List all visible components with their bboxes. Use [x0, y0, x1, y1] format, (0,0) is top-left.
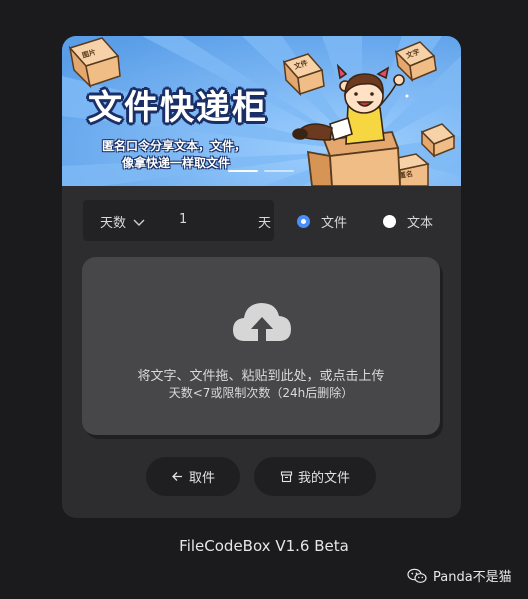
- expire-type-label: 天数: [100, 216, 127, 231]
- radio-text-label: 文本: [407, 216, 434, 231]
- radio-file[interactable]: 文件: [297, 212, 347, 231]
- banner-subtitle-line1: 匿名口令分享文本，文件，: [102, 139, 247, 153]
- banner: 图片 文件 文字 匿名 文件快递柜 匿名口令分享文本，文件， 像拿快递一样取文件: [62, 36, 461, 186]
- fetch-button[interactable]: 取件: [146, 457, 240, 496]
- fetch-button-label: 取件: [188, 471, 215, 486]
- banner-title: 文件快递柜: [88, 88, 268, 128]
- my-files-button-label: 我的文件: [297, 471, 350, 486]
- watermark: Panda不是猫: [407, 566, 512, 585]
- radio-file-circle: [297, 215, 310, 228]
- main-card: 图片 文件 文字 匿名 文件快递柜 匿名口令分享文本，文件， 像拿快递一样取文件…: [62, 36, 461, 518]
- carousel-dot-active[interactable]: [228, 170, 258, 172]
- upload-hint: 将文字、文件拖、粘贴到此处，或点击上传: [137, 369, 385, 384]
- chevron-down-icon: [133, 219, 145, 226]
- upload-dropzone[interactable]: 将文字、文件拖、粘贴到此处，或点击上传 天数<7或限制次数（24h后删除）: [82, 257, 440, 435]
- radio-text-circle: [383, 215, 396, 228]
- days-unit-label: 天: [258, 216, 272, 231]
- expire-days-group: 天数 1 天: [83, 200, 274, 241]
- banner-subtitle-line2: 像拿快递一样取文件: [122, 156, 231, 170]
- upload-limit: 天数<7或限制次数（24h后删除）: [168, 386, 354, 400]
- carousel-indicators: [228, 170, 294, 173]
- page: 图片 文件 文字 匿名 文件快递柜 匿名口令分享文本，文件， 像拿快递一样取文件…: [0, 0, 528, 599]
- radio-file-label: 文件: [321, 216, 348, 231]
- cloud-upload-icon: [233, 303, 291, 341]
- carousel-dot[interactable]: [264, 170, 294, 172]
- box-icon: [280, 471, 293, 483]
- days-value-input[interactable]: 1: [179, 212, 219, 227]
- arrow-left-icon: [172, 472, 182, 481]
- version-text: FileCodeBox V1.6 Beta: [179, 537, 349, 555]
- wechat-icon: [407, 568, 427, 583]
- watermark-text: Panda不是猫: [433, 570, 512, 585]
- expire-type-select[interactable]: 天数: [100, 212, 146, 231]
- my-files-button[interactable]: 我的文件: [254, 457, 376, 496]
- radio-text[interactable]: 文本: [383, 212, 433, 231]
- banner-subtitle: 匿名口令分享文本，文件， 像拿快递一样取文件: [102, 138, 246, 172]
